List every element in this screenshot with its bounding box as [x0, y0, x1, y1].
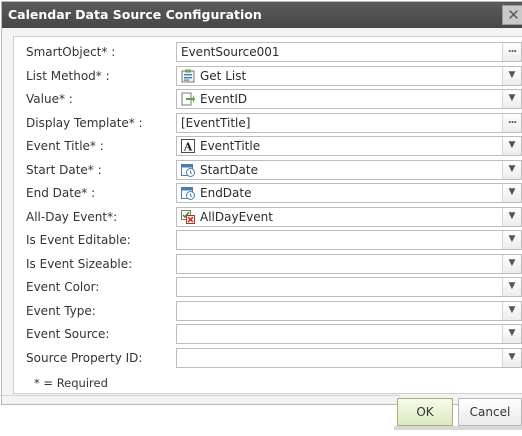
chevron-down-icon[interactable]: ▼	[502, 160, 521, 179]
id-property-icon	[181, 92, 195, 106]
svg-text:A: A	[183, 141, 193, 154]
field-value: AllDayEvent	[177, 208, 501, 226]
field-value: EventSource001	[177, 43, 501, 61]
field-value: A EventTitle	[177, 137, 501, 155]
field-label: List Method* :	[26, 68, 110, 83]
dropdown-field[interactable]: EndDate ▼	[176, 183, 522, 203]
ok-button[interactable]: OK	[397, 398, 453, 426]
form-row: Event Title* : A EventTitle ▼	[14, 135, 522, 157]
field-value: EndDate	[177, 184, 501, 202]
chevron-down-icon[interactable]: ▼	[502, 207, 521, 226]
dropdown-field[interactable]: ▼	[176, 347, 522, 368]
field-label: Value* :	[26, 92, 73, 106]
list-method-icon	[181, 69, 195, 83]
form-row: Value* : EventID ▼	[14, 88, 522, 110]
chevron-down-icon[interactable]: ▼	[502, 66, 521, 85]
form-row: End Date* : EndDate ▼	[14, 182, 522, 204]
chevron-down-icon[interactable]: ▼	[502, 278, 521, 296]
field-label: Display Template* :	[26, 115, 143, 130]
field-label: End Date* :	[26, 186, 96, 200]
form-row: Is Event Sizeable: ▼	[14, 253, 522, 275]
field-value: Get List	[177, 67, 501, 85]
chevron-down-icon[interactable]: ▼	[502, 90, 521, 108]
chevron-down-icon[interactable]: ▼	[502, 184, 521, 202]
field-value: EventID	[177, 90, 501, 108]
form-panel: SmartObject* : EventSource001... List Meth…	[13, 36, 522, 394]
calendar-config-dialog: Calendar Data Source Configuration ✕ Sma…	[1, 1, 522, 405]
dialog-titlebar: Calendar Data Source Configuration ✕	[2, 2, 522, 28]
chevron-down-icon[interactable]: ▼	[502, 254, 521, 273]
lookup-field[interactable]: EventSource001...	[176, 42, 522, 62]
field-label: Event Type:	[26, 303, 96, 318]
field-value	[177, 278, 501, 296]
lookup-field[interactable]: [EventTitle]...	[176, 112, 522, 133]
dropdown-field[interactable]: ▼	[176, 277, 522, 297]
form-row: List Method* : Get List ▼	[14, 65, 522, 87]
datetime-property-icon	[181, 186, 195, 200]
chevron-down-icon[interactable]: ▼	[502, 231, 521, 249]
form-row: Start Date* : StartDate ▼	[14, 159, 522, 181]
form-row: All-Day Event*: AllDayEvent ▼	[14, 206, 522, 228]
chevron-down-icon[interactable]: ▼	[502, 348, 521, 367]
field-value	[177, 255, 501, 273]
field-label: Source Property ID:	[26, 350, 143, 365]
dropdown-field[interactable]: A EventTitle ▼	[176, 136, 522, 156]
field-label: Is Event Sizeable:	[26, 256, 133, 271]
dropdown-field[interactable]: ▼	[176, 230, 522, 250]
required-note: * = Required	[34, 376, 108, 390]
form-row: Event Source: ▼	[14, 323, 522, 345]
field-label: SmartObject* :	[26, 45, 116, 59]
field-value: [EventTitle]	[177, 114, 501, 132]
dropdown-field[interactable]: AllDayEvent ▼	[176, 206, 522, 227]
form-row: Source Property ID: ▼	[14, 347, 522, 369]
field-value: StartDate	[177, 161, 501, 179]
dropdown-field[interactable]: StartDate ▼	[176, 159, 522, 180]
field-label: All-Day Event*:	[26, 209, 118, 224]
dropdown-field[interactable]: ▼	[176, 253, 522, 274]
chevron-down-icon[interactable]: ▼	[502, 325, 521, 343]
field-value-text: StartDate	[200, 162, 258, 177]
dropdown-field[interactable]: Get List ▼	[176, 65, 522, 86]
dropdown-field[interactable]: ▼	[176, 300, 522, 321]
field-value	[177, 349, 501, 367]
form-row: Event Type: ▼	[14, 300, 522, 322]
field-label: Event Title* :	[26, 139, 104, 153]
field-label: Is Event Editable:	[26, 233, 131, 247]
field-value-text: EventID	[200, 92, 248, 106]
field-value-text: EventTitle	[200, 139, 261, 153]
footer-divider	[0, 395, 400, 396]
datetime-property-icon	[181, 163, 195, 177]
form-row: SmartObject* : EventSource001...	[14, 41, 522, 63]
field-label: Start Date* :	[26, 162, 102, 177]
field-value	[177, 231, 501, 249]
field-value	[177, 302, 501, 320]
text-property-icon: A	[181, 139, 195, 154]
cancel-button[interactable]: Cancel	[458, 398, 522, 426]
dropdown-field[interactable]: EventID ▼	[176, 89, 522, 109]
button-bar-shadow	[394, 426, 522, 430]
field-value-text: [EventTitle]	[181, 115, 251, 130]
field-value-text: EventSource001	[181, 45, 280, 59]
ellipsis-icon[interactable]: ...	[502, 113, 521, 132]
field-value-text: AllDayEvent	[200, 209, 273, 224]
dialog-title: Calendar Data Source Configuration	[8, 7, 262, 22]
chevron-down-icon[interactable]: ▼	[502, 301, 521, 320]
field-label: Event Source:	[26, 327, 110, 341]
chevron-down-icon[interactable]: ▼	[502, 137, 521, 155]
boolean-property-icon	[181, 209, 195, 224]
close-icon[interactable]: ✕	[502, 5, 522, 25]
field-value-text: Get List	[200, 68, 247, 83]
form-row: Event Color: ▼	[14, 276, 522, 298]
dropdown-field[interactable]: ▼	[176, 324, 522, 344]
field-value-text: EndDate	[200, 186, 252, 200]
form-row: Is Event Editable: ▼	[14, 229, 522, 251]
field-label: Event Color:	[26, 280, 100, 294]
ellipsis-icon[interactable]: ...	[502, 43, 521, 61]
field-value	[177, 325, 501, 343]
form-row: Display Template* : [EventTitle]...	[14, 112, 522, 134]
